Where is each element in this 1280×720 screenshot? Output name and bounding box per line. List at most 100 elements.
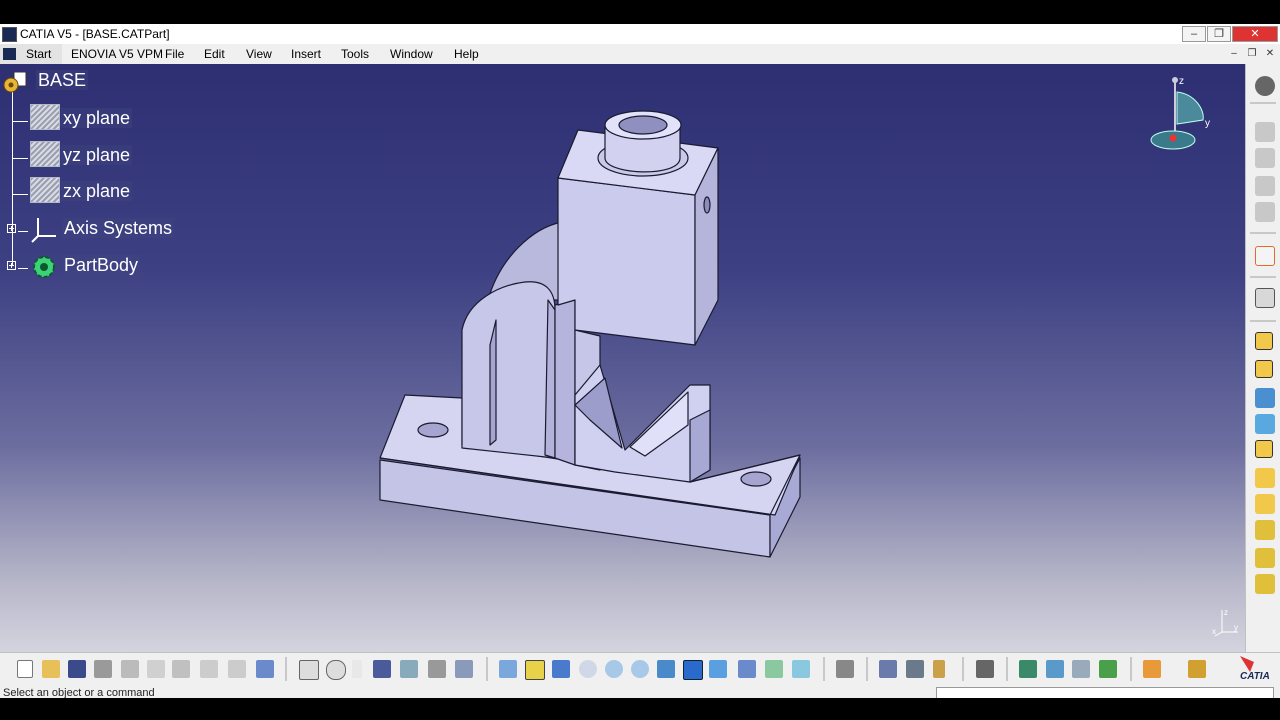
start-icon	[3, 48, 16, 60]
menu-edit[interactable]: Edit	[204, 47, 225, 61]
minimize-button[interactable]: –	[1182, 26, 1206, 42]
tree-branch-line	[12, 194, 28, 195]
menu-insert[interactable]: Insert	[291, 47, 321, 61]
print-icon[interactable]	[94, 660, 112, 678]
measure-icon[interactable]	[455, 660, 473, 678]
capture-icon[interactable]	[976, 660, 994, 678]
part-model[interactable]	[0, 64, 1245, 652]
tree-node-zx-plane[interactable]: zx plane	[30, 177, 133, 203]
compass-widget[interactable]: z y	[1145, 72, 1215, 162]
expand-icon[interactable]	[7, 224, 16, 233]
draft-icon[interactable]	[1255, 520, 1275, 540]
tree-node-label: Axis Systems	[62, 218, 175, 238]
menu-file[interactable]: File	[165, 47, 184, 61]
right-toolbar	[1245, 64, 1280, 652]
menu-bar: Start ENOVIA V5 VPM File Edit View Inser…	[0, 44, 1280, 65]
restore-button[interactable]: ❐	[1207, 26, 1231, 42]
tree-node-partbody[interactable]: PartBody	[30, 255, 141, 278]
save-icon[interactable]	[68, 660, 86, 678]
menu-enovia[interactable]: ENOVIA V5 VPM	[71, 47, 163, 61]
pad-icon[interactable]	[1255, 332, 1273, 350]
hole-icon[interactable]	[1255, 414, 1275, 434]
base-hole-left	[417, 422, 449, 438]
tree-node-xy-plane[interactable]: xy plane	[30, 104, 133, 130]
shell-icon[interactable]	[1255, 548, 1275, 568]
fillet-icon[interactable]	[1255, 468, 1275, 488]
tree-node-label: xy plane	[61, 108, 133, 128]
menu-window[interactable]: Window	[390, 47, 433, 61]
menu-tools[interactable]: Tools	[341, 47, 369, 61]
multi-view-icon[interactable]	[683, 660, 703, 680]
analysis-icon[interactable]	[906, 660, 924, 678]
tree-node-axis-systems[interactable]: Axis Systems	[30, 218, 175, 243]
publish-icon[interactable]	[1188, 660, 1206, 678]
status-message: Select an object or a command	[3, 687, 155, 698]
shading-icon[interactable]	[738, 660, 756, 678]
tree-branch-line	[12, 158, 28, 159]
redo-icon[interactable]	[228, 660, 246, 678]
sketch-icon[interactable]	[1255, 148, 1275, 168]
base-hole-right	[740, 471, 772, 487]
fit-all-icon[interactable]	[525, 660, 545, 680]
render-icon[interactable]	[836, 660, 854, 678]
curved-arm-face	[461, 281, 556, 459]
close-button[interactable]: ✕	[1232, 26, 1278, 42]
command-input[interactable]	[936, 687, 1274, 698]
open-icon[interactable]	[42, 660, 60, 678]
undo-icon[interactable]	[200, 660, 218, 678]
catia-app-icon[interactable]	[2, 27, 17, 42]
status-bar: Select an object or a command	[0, 686, 1280, 698]
mass-icon[interactable]	[879, 660, 897, 678]
new-icon[interactable]	[17, 660, 33, 678]
side-hole	[703, 196, 711, 214]
rib-icon[interactable]	[1255, 440, 1273, 458]
catalog-icon[interactable]	[428, 660, 446, 678]
iso-view-icon[interactable]	[709, 660, 727, 678]
expand-icon[interactable]	[7, 261, 16, 270]
swap-space-icon[interactable]	[792, 660, 810, 678]
chamfer-icon[interactable]	[1255, 494, 1275, 514]
formula-icon[interactable]	[299, 660, 319, 680]
sketch-icon[interactable]	[1255, 176, 1275, 196]
annotation-icon[interactable]	[1255, 288, 1275, 308]
doc-restore-button[interactable]: ❐	[1244, 47, 1260, 61]
sketch-icon[interactable]	[1255, 202, 1275, 222]
menu-start[interactable]: Start	[0, 44, 62, 64]
normal-view-icon[interactable]	[657, 660, 675, 678]
rotate-icon[interactable]	[579, 660, 597, 678]
tree-node-yz-plane[interactable]: yz plane	[30, 141, 133, 167]
apply-material-icon[interactable]	[1019, 660, 1037, 678]
paste-icon[interactable]	[172, 660, 190, 678]
shaft-icon[interactable]	[1255, 388, 1275, 408]
pocket-icon[interactable]	[1255, 360, 1273, 378]
menu-start-label: Start	[26, 47, 52, 61]
doc-close-button[interactable]: ✕	[1262, 47, 1278, 61]
pan-icon[interactable]	[552, 660, 570, 678]
fly-mode-icon[interactable]	[499, 660, 517, 678]
menu-view[interactable]: View	[246, 47, 272, 61]
tree-node-base[interactable]: BASE	[2, 70, 89, 93]
curvature-icon[interactable]	[1099, 660, 1117, 678]
law-icon[interactable]	[352, 660, 362, 678]
table-icon[interactable]	[373, 660, 391, 678]
wireframe-icon[interactable]	[1046, 660, 1064, 678]
hide-show-icon[interactable]	[765, 660, 783, 678]
zoom-out-icon[interactable]	[631, 660, 649, 678]
doc-minimize-button[interactable]: –	[1226, 47, 1242, 61]
sketch-icon[interactable]	[1255, 122, 1275, 142]
draft-analysis-icon[interactable]	[1072, 660, 1090, 678]
comment-icon[interactable]	[326, 660, 346, 680]
zoom-in-icon[interactable]	[605, 660, 623, 678]
copy-icon[interactable]	[147, 660, 165, 678]
thickness-icon[interactable]	[1255, 574, 1275, 594]
measure-item-icon[interactable]	[933, 660, 945, 678]
menu-help[interactable]: Help	[454, 47, 479, 61]
3d-viewport[interactable]: BASE xy plane yz plane zx plane Axis Sys…	[0, 64, 1245, 652]
cut-icon[interactable]	[121, 660, 139, 678]
gear-icon[interactable]	[1255, 76, 1275, 96]
tree-node-label: zx plane	[61, 181, 133, 201]
tools-icon[interactable]	[1143, 660, 1161, 678]
select-arrow-icon[interactable]	[1255, 246, 1275, 266]
knowledge-icon[interactable]	[400, 660, 418, 678]
whats-this-icon[interactable]	[256, 660, 274, 678]
